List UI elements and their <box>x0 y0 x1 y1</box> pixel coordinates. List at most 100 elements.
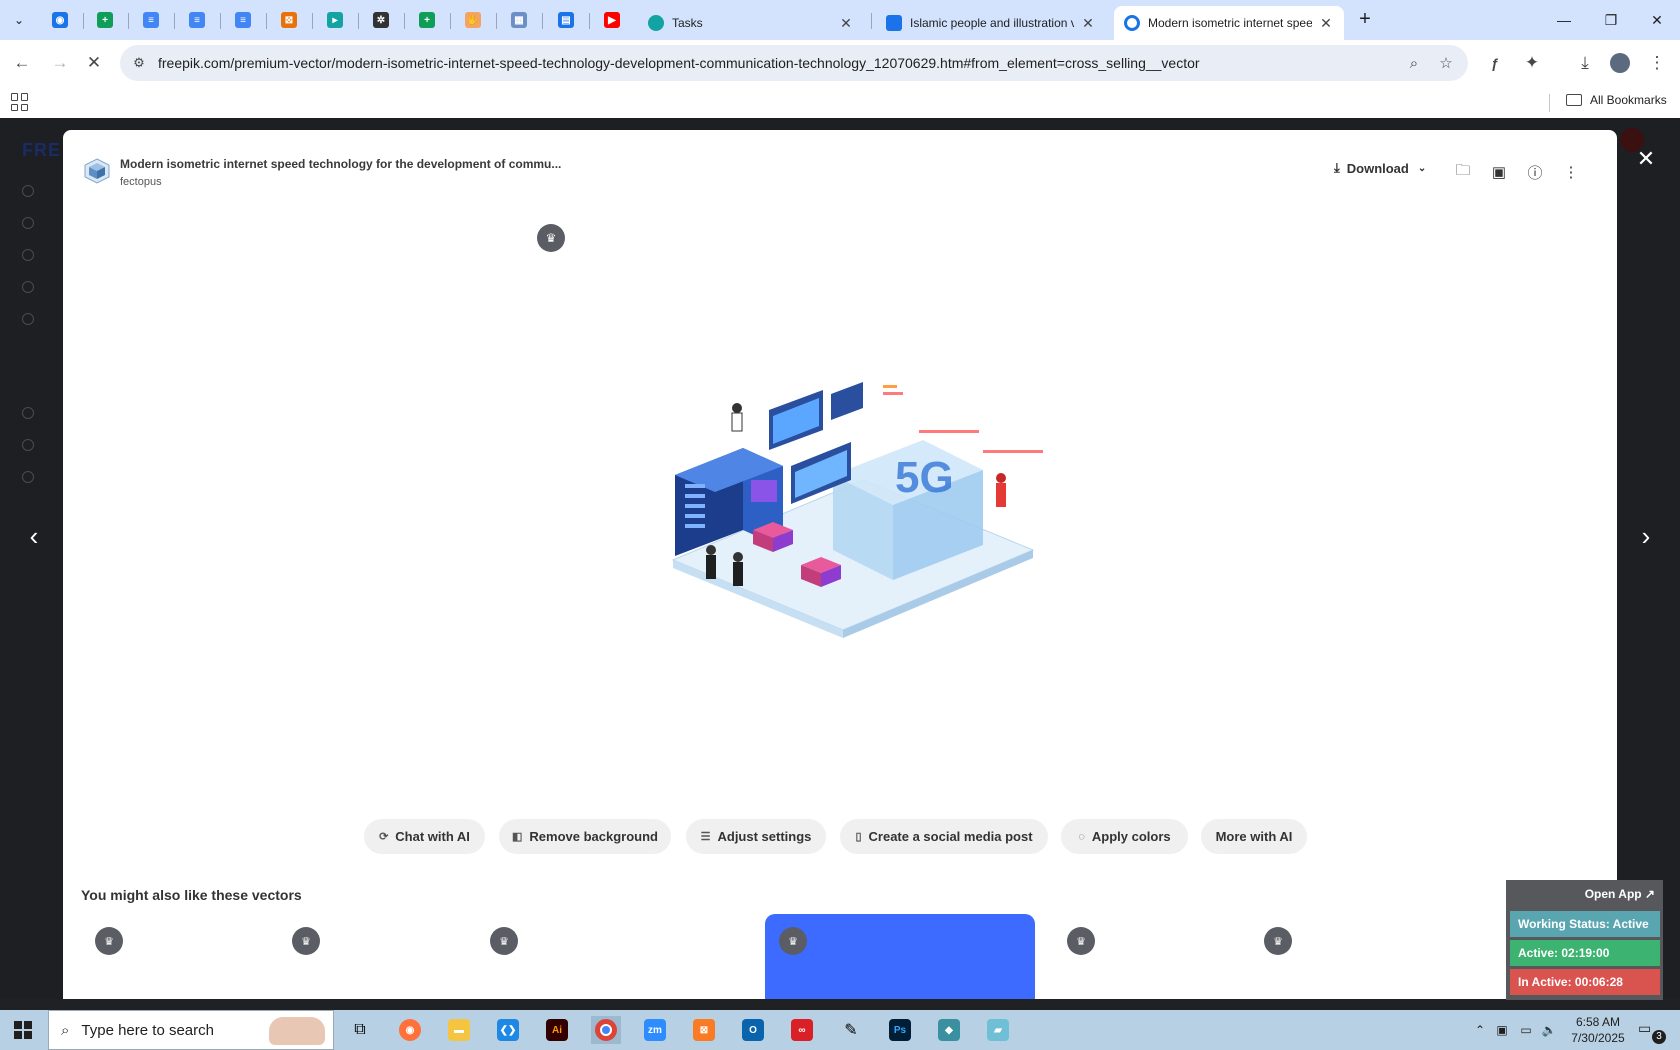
windows-start-icon[interactable] <box>14 1021 32 1039</box>
tab-pinned-6[interactable]: ⊠ <box>278 9 300 31</box>
zoom-app-icon[interactable]: zm <box>640 1016 670 1044</box>
previous-arrow-icon[interactable]: ‹ <box>22 516 46 556</box>
next-arrow-icon[interactable]: › <box>1634 516 1658 556</box>
download-button[interactable]: ⤓ Download ⌄ <box>1334 160 1426 176</box>
profile-avatar[interactable] <box>1607 50 1633 76</box>
tab-close-icon[interactable]: ✕ <box>838 15 854 32</box>
tab-title: Tasks <box>672 16 703 30</box>
working-status: Working Status: Active <box>1510 911 1660 937</box>
search-icon: ⌕ <box>61 1021 70 1039</box>
volume-icon[interactable]: 🔈 <box>1541 1022 1557 1038</box>
app-notes-icon[interactable]: ▰ <box>983 1016 1013 1044</box>
background-logo: FRE <box>22 140 61 160</box>
ai-tool-apply-colorsbutton[interactable]: ◌ Apply colors <box>1061 819 1188 854</box>
all-bookmarks-button[interactable]: All Bookmarks <box>1566 93 1667 107</box>
bookmark-star-icon[interactable]: ☆ <box>1436 53 1456 73</box>
browser-toolbar: ← → ✕ ⚙ freepik.com/premium-vector/moder… <box>0 40 1680 86</box>
tab-tasks[interactable]: Tasks ✕ <box>638 6 864 40</box>
stop-loading-icon[interactable]: ✕ <box>81 50 107 76</box>
sliders-icon: ☰ <box>700 831 711 843</box>
minimize-icon[interactable]: — <box>1552 8 1576 32</box>
tab-strip: ⌄ ◉ + ≡ ≡ ≡ ⊠ ▸ ✲ + ✋ ▦ ▤ ▶ Tasks ✕ Islamic people a… <box>0 0 1680 40</box>
tab-pinned-12[interactable]: ▤ <box>555 9 577 31</box>
sheets-icon: + <box>419 12 435 28</box>
save-to-folder-icon[interactable]: 🗀 <box>1451 160 1475 184</box>
chrome-icon[interactable] <box>591 1016 621 1044</box>
ai-tool-chat-with-aibutton[interactable]: ⟳ Chat with AI <box>364 819 485 854</box>
xampp-icon[interactable]: ⊠ <box>689 1016 719 1044</box>
grid-icon: ▦ <box>511 12 527 28</box>
photoshop-icon[interactable]: Ps <box>885 1016 915 1044</box>
task-view-icon[interactable]: ⧉ <box>345 1016 375 1044</box>
background-nav-item <box>22 248 62 262</box>
window-close-icon[interactable]: ✕ <box>1645 8 1669 32</box>
vscode-icon[interactable]: ❮❯ <box>493 1016 523 1044</box>
tab-pinned-7[interactable]: ▸ <box>324 9 346 31</box>
tab-search-chevron-icon[interactable]: ⌄ <box>8 9 30 31</box>
new-tab-button[interactable]: + <box>1355 9 1375 30</box>
forward-arrow-icon[interactable]: → <box>47 50 73 76</box>
file-explorer-icon[interactable]: ▬ <box>444 1016 474 1044</box>
illustrator-icon[interactable]: Ai <box>542 1016 572 1044</box>
apps-grid-icon[interactable] <box>11 93 29 111</box>
tab-pinned-8[interactable]: ✲ <box>370 9 392 31</box>
background-nav-item <box>22 406 62 420</box>
tab-pinned-4[interactable]: ≡ <box>186 9 208 31</box>
tab-pinned-5[interactable]: ≡ <box>232 9 254 31</box>
background-nav-item <box>22 216 62 230</box>
extension-f-icon[interactable]: ƒ <box>1482 50 1508 76</box>
system-clock[interactable]: 6:58 AM 7/30/2025 <box>1563 1014 1633 1046</box>
ai-tool-create-a-social-media-postbutton[interactable]: ▯ Create a social media post <box>840 819 1048 854</box>
back-arrow-icon[interactable]: ← <box>9 50 35 76</box>
info-icon[interactable]: ⓘ <box>1523 160 1547 184</box>
tab-title: Islamic people and illustration v <box>910 16 1074 30</box>
edit-image-icon[interactable]: ▣ <box>1487 160 1511 184</box>
site-info-icon[interactable]: ⚙ <box>130 54 148 72</box>
creative-cloud-icon[interactable]: ∞ <box>787 1016 817 1044</box>
firefox-icon[interactable]: ◉ <box>395 1016 425 1044</box>
network-icon[interactable]: ▭ <box>1518 1022 1534 1038</box>
outlook-icon[interactable]: O <box>738 1016 768 1044</box>
clickup-icon: ▸ <box>327 12 343 28</box>
tray-app-icon[interactable]: ▣ <box>1494 1022 1510 1038</box>
related-section-title: You might also like these vectors <box>81 887 302 903</box>
open-app-link[interactable]: Open App ↗ <box>1585 887 1655 901</box>
tab-pinned-3[interactable]: ≡ <box>140 9 162 31</box>
related-thumbnail[interactable] <box>765 914 1035 999</box>
notifications-icon[interactable]: ▭ 3 <box>1638 1020 1666 1044</box>
downloads-icon[interactable]: ⤓ <box>1572 50 1598 76</box>
show-hidden-icons-icon[interactable]: ⌃ <box>1472 1022 1488 1038</box>
url-text[interactable]: freepik.com/premium-vector/modern-isomet… <box>158 55 1200 71</box>
tab-close-icon[interactable]: ✕ <box>1080 15 1096 32</box>
tab-modern-isometric[interactable]: Modern isometric internet spee ✕ <box>1114 6 1344 40</box>
more-options-icon[interactable]: ⋮ <box>1559 160 1583 184</box>
asset-author[interactable]: fectopus <box>120 176 162 188</box>
app-diamond-icon[interactable]: ◆ <box>934 1016 964 1044</box>
sheets-icon: + <box>97 12 113 28</box>
app-icon: ⊠ <box>281 12 297 28</box>
chrome-menu-icon[interactable]: ⋮ <box>1644 50 1670 76</box>
close-modal-icon[interactable]: ✕ <box>1633 146 1659 172</box>
extensions-puzzle-icon[interactable]: ✦ <box>1519 50 1545 76</box>
tab-pinned-2[interactable]: + <box>94 9 116 31</box>
tab-islamic-people[interactable]: Islamic people and illustration v ✕ <box>876 6 1106 40</box>
asset-title[interactable]: Modern isometric internet speed technolo… <box>120 157 561 171</box>
ai-tool-adjust-settingsbutton[interactable]: ☰ Adjust settings <box>686 819 826 854</box>
tab-pinned-11[interactable]: ▦ <box>508 9 530 31</box>
ai-tool-more-with-aibutton[interactable]: More with AI <box>1201 819 1307 854</box>
tab-pinned-10[interactable]: ✋ <box>462 9 484 31</box>
ai-tool-label: Chat with AI <box>395 829 470 844</box>
ai-tool-remove-backgroundbutton[interactable]: ◧ Remove background <box>499 819 671 854</box>
tab-pinned-9[interactable]: + <box>416 9 438 31</box>
pen-tool-icon[interactable]: ✎ <box>836 1016 866 1044</box>
tab-pinned-13[interactable]: ▶ <box>601 9 623 31</box>
taskbar-search[interactable]: ⌕ Type here to search <box>48 1010 334 1050</box>
address-bar[interactable]: ⚙ freepik.com/premium-vector/modern-isom… <box>120 45 1468 81</box>
active-time: Active: 02:19:00 <box>1510 940 1660 966</box>
tab-pinned-1[interactable]: ◉ <box>49 9 71 31</box>
zoom-icon[interactable]: ⌕ <box>1404 53 1424 73</box>
tab-close-icon[interactable]: ✕ <box>1318 15 1334 32</box>
restore-icon[interactable]: ❐ <box>1599 8 1623 32</box>
author-logo-icon <box>84 158 110 184</box>
ai-tool-label: More with AI <box>1215 829 1293 844</box>
